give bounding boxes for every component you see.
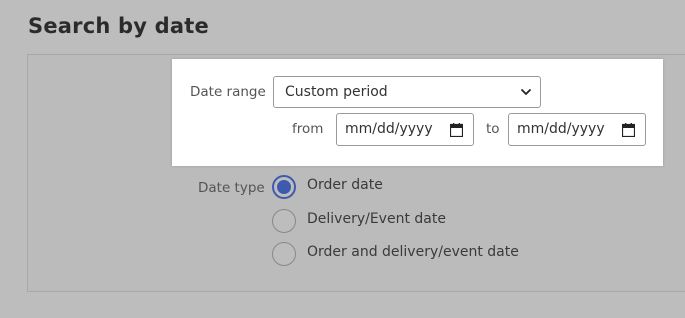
- chevron-down-icon: [521, 89, 531, 95]
- date-range-selected-value: Custom period: [285, 84, 388, 100]
- from-label: from: [292, 121, 324, 137]
- date-range-select[interactable]: Custom period: [273, 76, 541, 108]
- calendar-icon[interactable]: [622, 123, 635, 137]
- page-title: Search by date: [28, 14, 209, 38]
- radio-label: Delivery/Event date: [307, 211, 446, 227]
- radio-button[interactable]: [272, 209, 296, 233]
- date-range-section: Date range Custom period from mm/dd/yyyy…: [172, 59, 663, 166]
- to-date-input[interactable]: mm/dd/yyyy: [508, 113, 646, 146]
- from-date-placeholder: mm/dd/yyyy: [345, 121, 433, 137]
- to-date-placeholder: mm/dd/yyyy: [517, 121, 605, 137]
- calendar-icon[interactable]: [450, 123, 463, 137]
- date-range-label: Date range: [190, 84, 266, 100]
- radio-label: Order date: [307, 177, 383, 193]
- radio-label: Order and delivery/event date: [307, 244, 519, 260]
- radio-button[interactable]: [272, 242, 296, 266]
- date-type-label: Date type: [198, 180, 265, 196]
- to-label: to: [486, 121, 500, 137]
- from-date-input[interactable]: mm/dd/yyyy: [336, 113, 474, 146]
- radio-button-checked[interactable]: [272, 175, 296, 199]
